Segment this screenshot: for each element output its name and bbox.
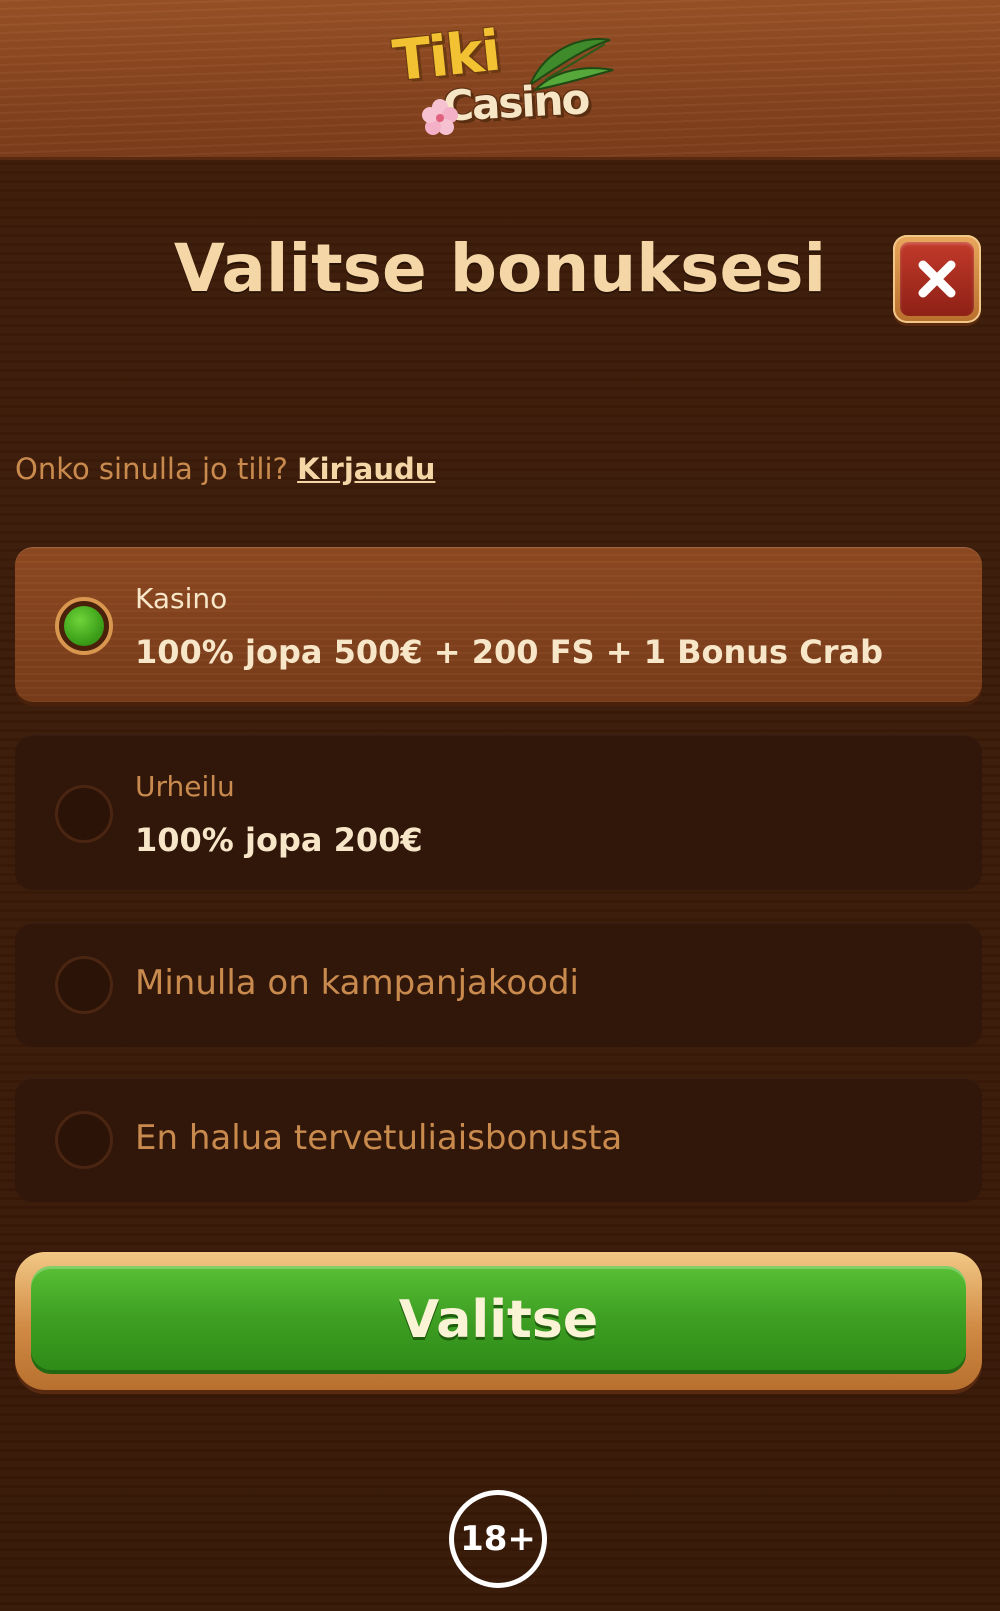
logo-text-bottom: Casino xyxy=(441,74,590,131)
choose-button-face: Valitse xyxy=(31,1266,966,1374)
close-icon xyxy=(918,260,956,298)
radio-unchecked-icon[interactable] xyxy=(55,785,113,843)
modal-title: Valitse bonuksesi xyxy=(173,230,827,307)
option-label: Urheilu xyxy=(135,770,235,803)
close-button-face xyxy=(900,242,974,316)
choose-button[interactable]: Valitse xyxy=(15,1252,982,1390)
bonus-option-no-bonus[interactable]: En halua tervetuliaisbonusta xyxy=(15,1078,982,1202)
bonus-selection-page: Tiki Casino Valitse bonuksesi Onko sinul… xyxy=(0,0,1000,1611)
login-prompt: Onko sinulla jo tili? Kirjaudu xyxy=(15,452,435,486)
option-value: 100% jopa 500€ + 200 FS + 1 Bonus Crab xyxy=(135,633,883,671)
hibiscus-flower-icon xyxy=(422,99,458,135)
login-prompt-text: Onko sinulla jo tili? xyxy=(15,452,288,486)
radio-checked-icon[interactable] xyxy=(55,597,113,655)
login-link[interactable]: Kirjaudu xyxy=(297,452,435,486)
close-button[interactable] xyxy=(893,235,981,323)
option-value: 100% jopa 200€ xyxy=(135,821,423,859)
choose-button-label: Valitse xyxy=(398,1290,599,1350)
option-label: En halua tervetuliaisbonusta xyxy=(135,1118,623,1158)
tiki-casino-logo[interactable]: Tiki Casino xyxy=(385,19,615,145)
option-label: Kasino xyxy=(135,582,228,615)
bonus-option-promo-code[interactable]: Minulla on kampanjakoodi xyxy=(15,923,982,1047)
radio-unchecked-icon[interactable] xyxy=(55,956,113,1014)
bonus-option-casino[interactable]: Kasino 100% jopa 500€ + 200 FS + 1 Bonus… xyxy=(15,547,982,702)
bonus-option-sports[interactable]: Urheilu 100% jopa 200€ xyxy=(15,735,982,890)
option-label: Minulla on kampanjakoodi xyxy=(135,963,579,1003)
radio-unchecked-icon[interactable] xyxy=(55,1111,113,1169)
age-restriction-badge: 18+ xyxy=(449,1490,547,1588)
site-header: Tiki Casino xyxy=(0,0,1000,160)
